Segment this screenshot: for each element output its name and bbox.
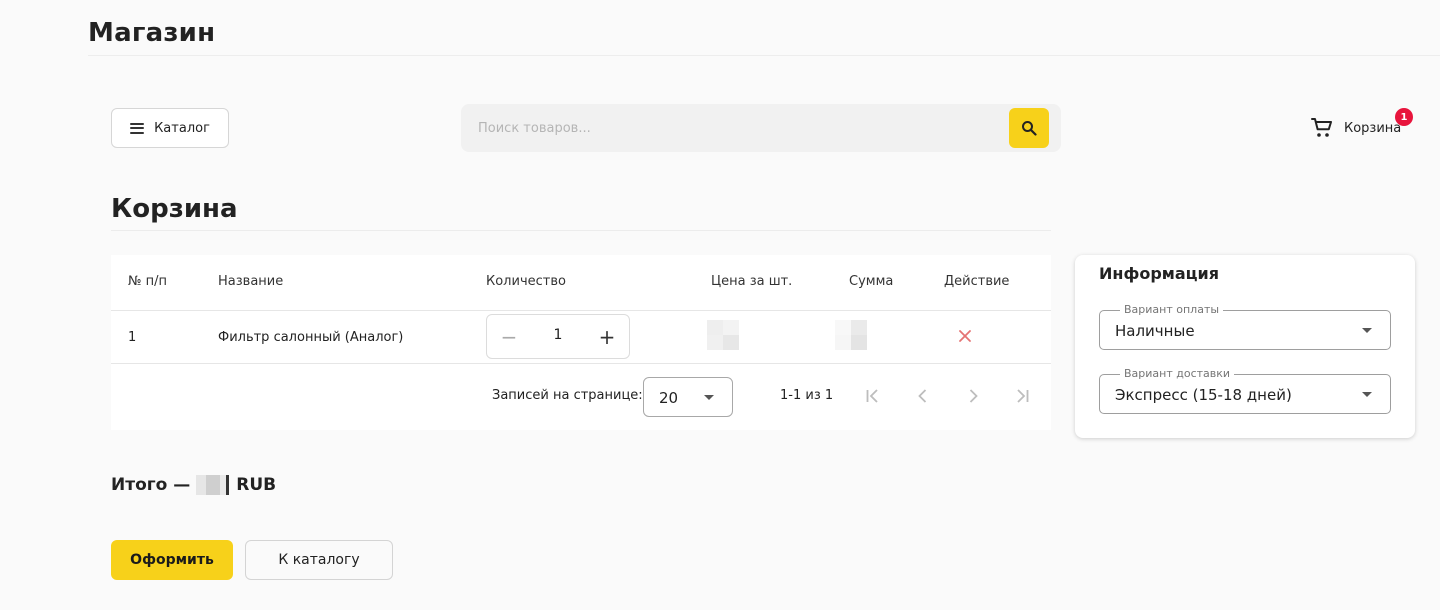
total-amount-redacted	[196, 475, 230, 495]
chevron-left-icon	[918, 389, 927, 403]
cart-link[interactable]: Корзина	[1310, 116, 1401, 140]
last-page-button[interactable]	[1010, 384, 1034, 408]
cart-count-badge: 1	[1395, 108, 1413, 126]
total-currency: RUB	[236, 475, 277, 495]
title-divider	[111, 230, 1051, 231]
cart-label: Корзина	[1344, 120, 1402, 136]
delivery-method-select[interactable]: Вариант доставки Экспресс (15-18 дней)	[1099, 367, 1391, 414]
column-header-sum: Сумма	[849, 274, 894, 289]
catalog-button-label: Каталог	[154, 120, 210, 136]
search-input[interactable]	[461, 104, 1001, 152]
app-title: Магазин	[88, 18, 216, 48]
header-divider	[88, 55, 1440, 56]
row-index: 1	[128, 330, 137, 345]
search-bar	[461, 104, 1061, 152]
quantity-value[interactable]: 1	[531, 327, 585, 343]
column-header-quantity: Количество	[486, 274, 566, 289]
catalog-button[interactable]: Каталог	[111, 108, 229, 148]
menu-icon	[130, 122, 145, 134]
order-total: Итого — RUB	[111, 475, 276, 495]
search-button[interactable]	[1009, 108, 1049, 148]
delivery-method-label: Вариант доставки	[1120, 367, 1235, 380]
column-header-action: Действие	[944, 274, 1010, 289]
rows-per-page-value: 20	[659, 389, 679, 407]
page-title: Корзина	[111, 194, 238, 224]
next-page-button[interactable]	[961, 384, 985, 408]
quantity-increase-button[interactable]: +	[585, 315, 629, 358]
quantity-stepper: − 1 +	[486, 314, 630, 359]
last-page-icon	[1017, 389, 1029, 403]
back-to-catalog-button[interactable]: К каталогу	[245, 540, 393, 580]
unit-price-redacted	[707, 320, 739, 350]
search-icon	[1022, 121, 1037, 136]
cart-table: № п/п Название Количество Цена за шт. Су…	[111, 255, 1051, 430]
cart-icon	[1311, 118, 1332, 137]
rows-per-page-select[interactable]: 20	[643, 377, 733, 417]
chevron-down-icon	[1362, 328, 1372, 333]
chevron-down-icon	[1362, 392, 1372, 397]
quantity-decrease-button[interactable]: −	[487, 315, 531, 358]
column-header-name: Название	[218, 274, 284, 289]
sum-redacted	[835, 320, 867, 350]
chevron-down-icon	[704, 395, 714, 400]
column-header-unit-price: Цена за шт.	[711, 274, 793, 289]
chevron-right-icon	[969, 389, 978, 403]
column-header-index: № п/п	[128, 274, 168, 289]
close-icon[interactable]	[958, 329, 972, 343]
first-page-button[interactable]	[861, 384, 885, 408]
row-product-name: Фильтр салонный (Аналог)	[218, 330, 404, 345]
first-page-icon	[866, 389, 878, 403]
row-divider	[111, 363, 1051, 364]
pagination-range: 1-1 из 1	[780, 388, 834, 403]
order-info-card: Информация Вариант оплаты Наличные Вариа…	[1075, 255, 1415, 438]
payment-method-select[interactable]: Вариант оплаты Наличные	[1099, 303, 1391, 350]
rows-per-page-label: Записей на странице:	[492, 388, 643, 403]
payment-method-value: Наличные	[1115, 322, 1195, 340]
total-prefix: Итого —	[111, 475, 191, 495]
delivery-method-value: Экспресс (15-18 дней)	[1115, 386, 1292, 404]
info-card-title: Информация	[1099, 264, 1219, 283]
header-row-divider	[111, 310, 1051, 311]
previous-page-button[interactable]	[911, 384, 935, 408]
payment-method-label: Вариант оплаты	[1120, 303, 1224, 316]
checkout-button[interactable]: Оформить	[111, 540, 233, 580]
